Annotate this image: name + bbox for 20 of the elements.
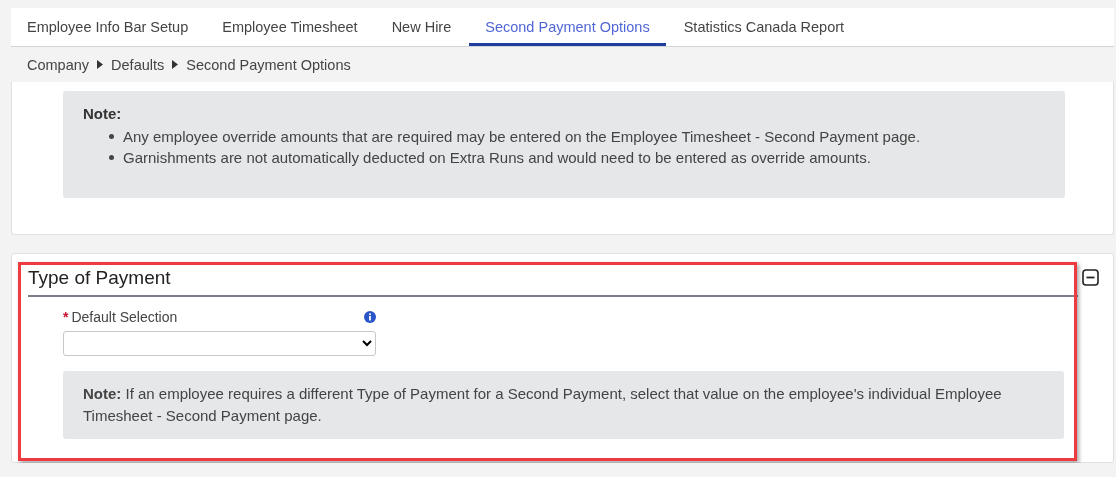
- note-title: Note:: [83, 105, 123, 122]
- field-label: Default Selection: [71, 309, 178, 325]
- tab[interactable]: New Hire: [375, 8, 468, 46]
- caret-icon: [97, 60, 104, 69]
- breadcrumb-link[interactable]: Second Payment Options: [186, 56, 351, 73]
- note-item: Any employee override amounts that are required may be entered on the Employee Timesheet - Second Payment page.: [123, 127, 921, 147]
- note-text: Note: If an employee requires a different Type of Payment for a Second Payment, select that value on the employee's individual Employee Timesheet - Second Payment page.: [63, 371, 1064, 439]
- section-title: Type of Payment: [28, 267, 1078, 297]
- tab[interactable]: Statistics Canada Report: [667, 8, 861, 46]
- breadcrumb-link[interactable]: Defaults: [111, 56, 165, 73]
- info-icon[interactable]: [364, 311, 376, 323]
- required-asterisk: *: [63, 309, 69, 325]
- tab[interactable]: Employee Timesheet: [206, 8, 374, 46]
- collapse-icon[interactable]: [1082, 269, 1099, 286]
- caret-icon: [172, 60, 179, 69]
- bullet-icon: [109, 134, 114, 139]
- breadcrumb-link[interactable]: Company: [27, 56, 90, 73]
- note-item: Garnishments are not automatically deducted on Extra Runs and would need to be entered as override amounts.: [123, 148, 871, 168]
- bullet-icon: [109, 155, 114, 160]
- tab[interactable]: Employee Info Bar Setup: [11, 8, 205, 46]
